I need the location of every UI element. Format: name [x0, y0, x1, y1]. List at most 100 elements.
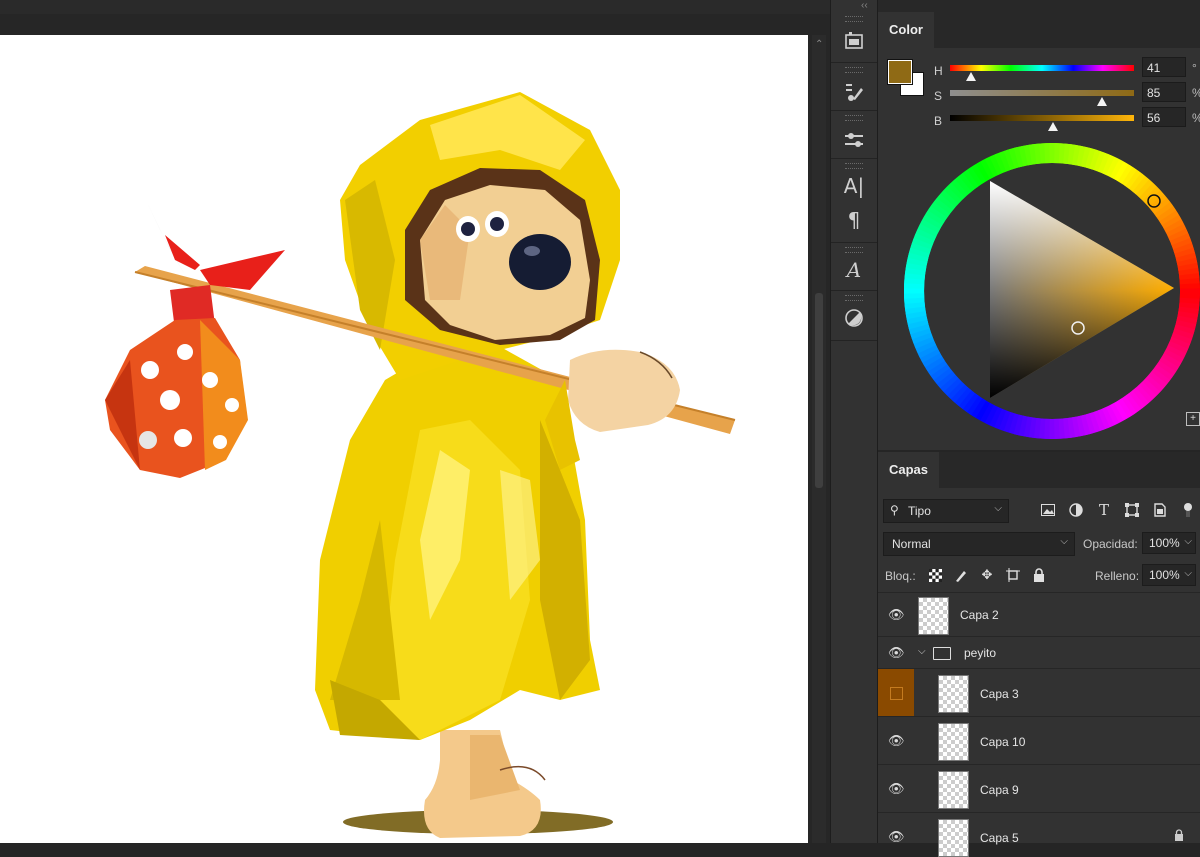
layer-filter-icons: T: [1038, 500, 1198, 520]
brightness-label: B: [934, 114, 943, 128]
tab-color[interactable]: Color: [878, 12, 934, 48]
layer-name: Capa 2: [960, 608, 999, 622]
layer-filter-label: Tipo: [908, 504, 931, 518]
saturation-slider-thumb[interactable]: [1097, 97, 1107, 106]
lock-label: Bloq.:: [885, 569, 916, 583]
layer-row-capa-2[interactable]: 👁 Capa 2: [878, 592, 1200, 637]
saturation-track[interactable]: [950, 90, 1134, 96]
hue-slider-row: H 41 °: [930, 57, 1200, 81]
layer-thumbnail: [938, 771, 969, 809]
artwork-illustration: [105, 92, 736, 838]
color-wheel[interactable]: [904, 143, 1200, 439]
search-icon: ⚲: [890, 503, 899, 517]
chevron-down-icon: ⌵: [994, 503, 1002, 514]
grip-handle[interactable]: [845, 67, 863, 73]
lock-icon: [1174, 829, 1184, 844]
lock-image-pixels-icon[interactable]: [952, 566, 970, 584]
eye-icon[interactable]: 👁: [888, 645, 905, 661]
collapse-panels-icon[interactable]: ‹‹: [861, 0, 868, 11]
color-panel-tabbar: Color: [878, 0, 1200, 48]
document-tab-bar: [0, 0, 830, 14]
chevron-down-icon[interactable]: ⌵: [918, 646, 926, 657]
eye-icon[interactable]: 👁: [888, 781, 905, 797]
opacity-value: 100%: [1149, 536, 1180, 550]
character-icon[interactable]: A|: [842, 174, 866, 198]
blend-mode-value: Normal: [892, 537, 931, 551]
chevron-down-icon: ⌵: [1184, 568, 1192, 579]
scroll-up-arrow-icon[interactable]: ⌃: [815, 39, 823, 50]
chevron-down-icon: ⌵: [1060, 536, 1068, 547]
add-swatch-icon[interactable]: +: [1186, 412, 1200, 426]
hue-slider-thumb[interactable]: [966, 72, 976, 81]
strip-group-layer-comps: [831, 14, 877, 63]
eye-icon[interactable]: 👁: [888, 607, 905, 623]
layer-thumbnail: [938, 723, 969, 761]
strip-group-adjustments: [831, 110, 877, 159]
strip-group-properties: [831, 290, 877, 341]
layer-row-capa-9[interactable]: 👁 Capa 9: [878, 764, 1200, 813]
adjustments-icon[interactable]: [842, 128, 866, 152]
saturation-unit: %: [1192, 86, 1200, 100]
fill-value: 100%: [1149, 568, 1180, 582]
strip-group-glyphs: A: [831, 242, 877, 291]
paragraph-icon[interactable]: ¶: [842, 208, 866, 232]
canvas[interactable]: [0, 35, 808, 843]
layer-name: Capa 10: [980, 735, 1026, 749]
layer-row-capa-5[interactable]: 👁 Capa 5: [878, 812, 1200, 857]
layer-row-capa-10[interactable]: 👁 Capa 10: [878, 716, 1200, 765]
grip-handle[interactable]: [845, 163, 863, 169]
hue-track[interactable]: [950, 65, 1134, 71]
layer-thumbnail: [938, 675, 969, 713]
layer-row-peyito-group[interactable]: 👁 ⌵ peyito: [878, 636, 1200, 669]
filter-toggle-icon[interactable]: [1178, 500, 1198, 520]
brush-settings-icon[interactable]: [842, 80, 866, 104]
brightness-track[interactable]: [950, 115, 1134, 121]
grip-handle[interactable]: [845, 115, 863, 121]
layer-row-capa-3[interactable]: Capa 3: [878, 668, 1200, 717]
grip-handle[interactable]: [845, 247, 863, 253]
lock-all-icon[interactable]: [1030, 566, 1048, 584]
lock-artboard-icon[interactable]: [1004, 566, 1022, 584]
hidden-visibility-toggle[interactable]: [878, 669, 914, 717]
hue-unit: °: [1192, 61, 1197, 75]
smart-object-filter-icon[interactable]: [1150, 500, 1170, 520]
fill-opacity-icon[interactable]: [842, 306, 866, 330]
layers-panel-tabbar: Capas: [878, 452, 1200, 488]
brightness-slider-row: B 56 %: [930, 107, 1200, 131]
scrollbar-thumb[interactable]: [815, 293, 823, 488]
image-filter-icon[interactable]: [1038, 500, 1058, 520]
brightness-slider-thumb[interactable]: [1048, 122, 1058, 131]
color-panel: Color H 41 ° S 85 % B 56 %: [878, 0, 1200, 450]
adjustment-filter-icon[interactable]: [1066, 500, 1086, 520]
grip-handle[interactable]: [845, 295, 863, 301]
saturation-slider-row: S 85 %: [930, 82, 1200, 106]
lock-options: ✥: [926, 566, 1048, 584]
hue-label: H: [934, 64, 943, 78]
layer-filter-dropdown[interactable]: ⚲ Tipo ⌵: [883, 499, 1009, 523]
foreground-color-swatch[interactable]: [887, 59, 913, 85]
hue-value-input[interactable]: 41: [1142, 57, 1186, 77]
lock-position-icon[interactable]: ✥: [978, 566, 996, 584]
type-filter-icon[interactable]: T: [1094, 500, 1114, 520]
tab-layers[interactable]: Capas: [878, 452, 940, 488]
canvas-vertical-scrollbar[interactable]: ⌃: [812, 35, 826, 843]
shape-filter-icon[interactable]: [1122, 500, 1142, 520]
opacity-input[interactable]: 100% ⌵: [1142, 532, 1196, 554]
grip-handle[interactable]: [845, 16, 863, 22]
fill-label: Relleno:: [1095, 569, 1140, 583]
blend-mode-dropdown[interactable]: Normal ⌵: [883, 532, 1075, 556]
layer-comps-icon[interactable]: [842, 28, 866, 52]
fill-input[interactable]: 100% ⌵: [1142, 564, 1196, 586]
saturation-label: S: [934, 89, 943, 103]
lock-transparent-pixels-icon[interactable]: [926, 566, 944, 584]
layer-name: Capa 3: [980, 687, 1019, 701]
panel-icon-strip: ‹‹ A| ¶ A: [830, 0, 878, 843]
layer-thumbnail: [918, 597, 949, 635]
layer-thumbnail: [938, 819, 969, 857]
opacity-label: Opacidad:: [1083, 537, 1138, 551]
layer-name: Capa 9: [980, 783, 1019, 797]
saturation-value-input[interactable]: 85: [1142, 82, 1186, 102]
glyphs-icon[interactable]: A: [842, 258, 866, 282]
brightness-value-input[interactable]: 56: [1142, 107, 1186, 127]
eye-icon[interactable]: 👁: [888, 733, 905, 749]
